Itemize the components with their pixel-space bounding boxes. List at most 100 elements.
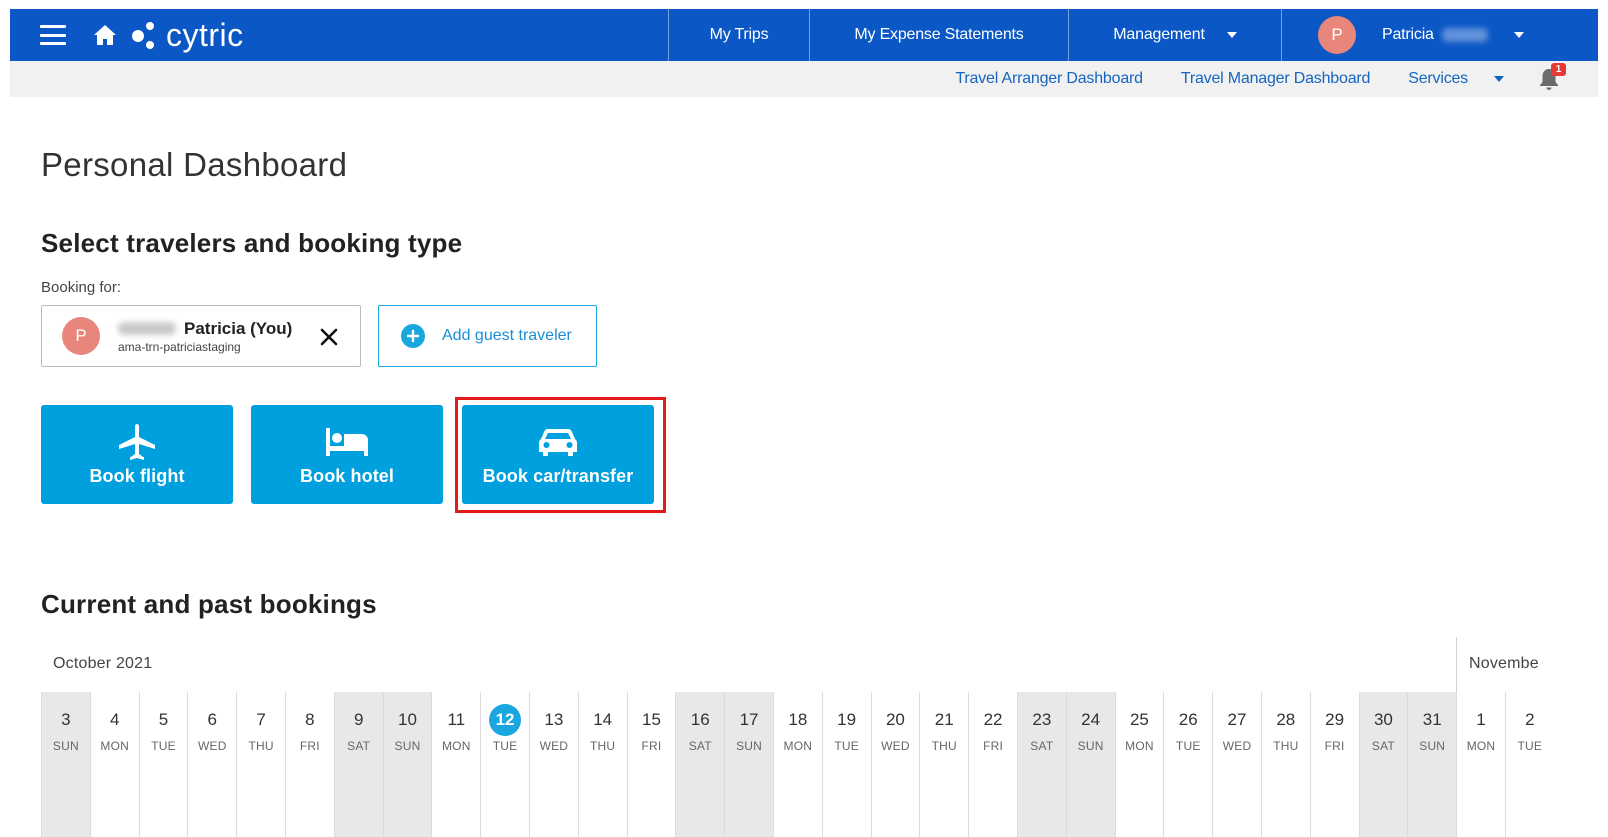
- calendar-day-today[interactable]: 12 TUE: [480, 692, 529, 837]
- calendar-day-number: 10: [398, 710, 417, 729]
- calendar-day[interactable]: 29 FRI: [1309, 692, 1359, 837]
- book-hotel-label: Book hotel: [300, 466, 394, 486]
- traveler-name: Patricia (You): [184, 318, 293, 338]
- book-flight-button[interactable]: Book flight: [41, 405, 233, 504]
- notifications-button[interactable]: 1: [1536, 63, 1566, 92]
- calendar-day-weekday: TUE: [151, 739, 176, 753]
- calendar-day-weekday: SAT: [1030, 739, 1054, 753]
- airplane-icon: [114, 422, 160, 462]
- calendar-day-weekday: WED: [881, 739, 910, 753]
- top-nav-left: cytric: [10, 9, 668, 61]
- calendar-day[interactable]: 16 SAT: [675, 692, 725, 837]
- page-title: Personal Dashboard: [41, 146, 348, 183]
- caret-down-icon: [1226, 32, 1237, 38]
- calendar-day-number: 14: [593, 710, 613, 729]
- calendar-day-number: 20: [885, 710, 905, 729]
- calendar-day[interactable]: 23 SAT: [1016, 692, 1066, 837]
- calendar-day[interactable]: 24 SUN: [1065, 692, 1115, 837]
- calendar-day[interactable]: 2 TUE: [1504, 692, 1554, 837]
- month-label-october: October 2021: [53, 655, 153, 672]
- bookings-calendar: October 2021 Novembe 3 SUN 4 MON 5 TUE 6 WED 7 TH…: [41, 637, 1608, 837]
- calendar-day-number: 2: [1525, 710, 1535, 729]
- calendar-day-number: 12: [489, 704, 522, 736]
- calendar-days: 3 SUN 4 MON 5 TUE 6 WED 7 THU 8 FRI 9 SAT 10 SUN 11 MON 12…: [41, 692, 1554, 837]
- calendar-day-number: 28: [1276, 710, 1296, 729]
- calendar-day-weekday: SAT: [1371, 739, 1395, 753]
- remove-traveler-button[interactable]: [318, 326, 340, 348]
- calendar-day[interactable]: 7 THU: [236, 692, 285, 837]
- calendar-day[interactable]: 25 MON: [1114, 692, 1164, 837]
- calendar-day[interactable]: 20 WED: [870, 692, 920, 837]
- calendar-day-weekday: SUN: [394, 739, 421, 753]
- calendar-day-weekday: FRI: [641, 739, 662, 753]
- calendar-day-number: 7: [256, 710, 266, 729]
- calendar-day-weekday: MON: [441, 739, 471, 753]
- calendar-day-weekday: WED: [197, 739, 227, 753]
- calendar-day[interactable]: 5 TUE: [138, 692, 188, 837]
- top-nav-bar: cytric My Trips My Expense Statements Ma…: [10, 9, 1598, 61]
- calendar-day[interactable]: 17 SUN: [724, 692, 773, 837]
- calendar-day-weekday: SUN: [1419, 739, 1446, 753]
- calendar-day[interactable]: 11 MON: [431, 692, 480, 837]
- redacted-surname: [118, 322, 176, 335]
- notification-badge: 1: [1551, 63, 1566, 76]
- calendar-day[interactable]: 6 WED: [187, 692, 236, 837]
- calendar-day[interactable]: 21 THU: [919, 692, 968, 837]
- add-guest-traveler-button[interactable]: Add guest traveler: [378, 305, 597, 367]
- calendar-day[interactable]: 9 SAT: [333, 692, 383, 837]
- calendar-day-weekday: SUN: [1077, 739, 1104, 753]
- user-menu-dropdown[interactable]: P Patricia: [1281, 9, 1571, 61]
- calendar-day[interactable]: 14 THU: [577, 692, 627, 837]
- calendar-day[interactable]: 15 FRI: [626, 692, 676, 837]
- home-icon[interactable]: [92, 23, 118, 47]
- calendar-day[interactable]: 30 SAT: [1358, 692, 1408, 837]
- travel-arranger-dashboard-link[interactable]: Travel Arranger Dashboard: [955, 70, 1143, 88]
- calendar-day[interactable]: 8 FRI: [284, 692, 334, 837]
- travel-manager-dashboard-link[interactable]: Travel Manager Dashboard: [1181, 70, 1371, 88]
- nav-my-trips[interactable]: My Trips: [668, 9, 809, 61]
- calendar-day[interactable]: 13 WED: [528, 692, 578, 837]
- calendar-day-number: 13: [544, 710, 564, 729]
- calendar-day[interactable]: 26 TUE: [1163, 692, 1212, 837]
- traveler-username: ama-trn-patriciastaging: [118, 339, 241, 354]
- calendar-day[interactable]: 18 MON: [772, 692, 822, 837]
- caret-down-icon: [1494, 76, 1504, 82]
- calendar-day[interactable]: 27 WED: [1212, 692, 1261, 837]
- menu-icon[interactable]: [40, 25, 66, 45]
- calendar-day-number: 30: [1373, 710, 1393, 729]
- calendar-day[interactable]: 22 FRI: [968, 692, 1017, 837]
- calendar-day[interactable]: 19 TUE: [821, 692, 871, 837]
- calendar-day[interactable]: 31 SUN: [1407, 692, 1457, 837]
- calendar-day[interactable]: 3 SUN: [41, 692, 90, 837]
- calendar-day-number: 18: [788, 710, 808, 729]
- traveler-name-row: Patricia (You): [118, 319, 292, 339]
- calendar-day-weekday: FRI: [299, 739, 320, 753]
- user-avatar: P: [1318, 16, 1356, 54]
- calendar-day-weekday: SAT: [688, 739, 712, 753]
- month-label-november: Novembe: [1469, 655, 1539, 672]
- services-dropdown[interactable]: Services: [1408, 70, 1504, 88]
- nav-management-dropdown[interactable]: Management: [1068, 9, 1281, 61]
- nav-my-expense-statements[interactable]: My Expense Statements: [809, 9, 1068, 61]
- close-icon: [320, 328, 338, 346]
- cytric-logo[interactable]: cytric: [132, 17, 244, 54]
- calendar-day-weekday: FRI: [1324, 739, 1345, 753]
- calendar-day[interactable]: 1 MON: [1456, 692, 1505, 837]
- calendar-day-weekday: THU: [931, 739, 957, 753]
- calendar-day-number: 15: [641, 710, 661, 729]
- book-car-transfer-label: Book car/transfer: [482, 466, 634, 486]
- calendar-day[interactable]: 10 SUN: [382, 692, 432, 837]
- calendar-day-weekday: SUN: [52, 739, 79, 753]
- calendar-day[interactable]: 4 MON: [89, 692, 139, 837]
- logo-text: cytric: [166, 16, 244, 53]
- calendar-day[interactable]: 28 THU: [1260, 692, 1310, 837]
- nav-my-expense-statements-label: My Expense Statements: [854, 26, 1024, 43]
- cytric-logo-mark-icon: [132, 20, 158, 50]
- caret-down-icon: [1513, 32, 1524, 38]
- redacted-surname: [1441, 28, 1488, 42]
- book-hotel-button[interactable]: Book hotel: [251, 405, 443, 504]
- nav-my-trips-label: My Trips: [709, 26, 769, 43]
- month-separator: [1456, 637, 1457, 692]
- book-car-transfer-button[interactable]: Book car/transfer: [462, 405, 654, 504]
- add-guest-traveler-label: Add guest traveler: [442, 327, 572, 344]
